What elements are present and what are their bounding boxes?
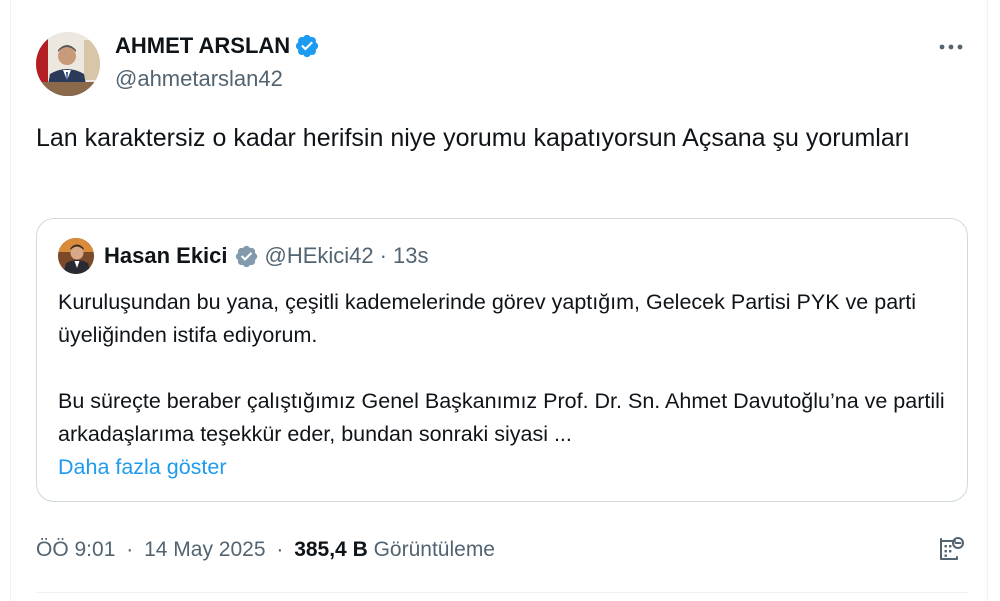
view-analytics-icon: [940, 537, 964, 560]
quote-separator: ·: [379, 243, 387, 268]
quote-paragraph: Kuruluşundan bu yana, çeşitli kademeleri…: [58, 290, 917, 347]
quote-paragraph: Bu süreçte beraber çalıştığımız Genel Ba…: [58, 389, 945, 446]
quoted-tweet-card[interactable]: Hasan Ekici @HEkici42 · 13s Kuruluşundan…: [36, 218, 968, 502]
author-name-row[interactable]: AHMET ARSLAN: [115, 32, 320, 60]
divider: [36, 592, 968, 593]
views-label: Görüntüleme: [373, 538, 495, 561]
quote-header: Hasan Ekici @HEkici42 · 13s: [104, 242, 428, 270]
profile-photo-icon: [58, 238, 94, 274]
tweet-time[interactable]: ÖÖ 9:01: [36, 538, 115, 561]
more-horizontal-icon: [939, 44, 963, 50]
meta-separator: ·: [276, 538, 284, 561]
view-count: 385,4 B: [294, 538, 368, 561]
tweet-meta: ÖÖ 9:01 · 14 May 2025 · 385,4 B Görüntül…: [36, 535, 495, 565]
author-name[interactable]: AHMET ARSLAN: [115, 32, 290, 60]
author-avatar[interactable]: [36, 32, 100, 96]
gray-verified-badge-icon: [235, 245, 257, 267]
verified-badge-icon: [296, 34, 319, 58]
meta-separator: ·: [126, 538, 134, 561]
quote-text: Kuruluşundan bu yana, çeşitli kademeleri…: [58, 286, 948, 451]
tweet-date[interactable]: 14 May 2025: [144, 538, 265, 561]
more-options-button[interactable]: [934, 30, 968, 64]
tweet-text: Lan karaktersiz o kadar herifsin niye yo…: [36, 124, 911, 152]
quote-timestamp[interactable]: 13s: [393, 243, 428, 269]
show-more-link[interactable]: Daha fazla göster: [58, 451, 227, 484]
view-analytics-button[interactable]: [932, 530, 970, 568]
author-handle[interactable]: @ahmetarslan42: [115, 65, 283, 93]
quote-author-handle[interactable]: @HEkici42: [265, 243, 374, 269]
quote-author-avatar[interactable]: [58, 238, 94, 274]
quote-author-name[interactable]: Hasan Ekici: [104, 243, 228, 269]
profile-photo-icon: [36, 32, 100, 96]
